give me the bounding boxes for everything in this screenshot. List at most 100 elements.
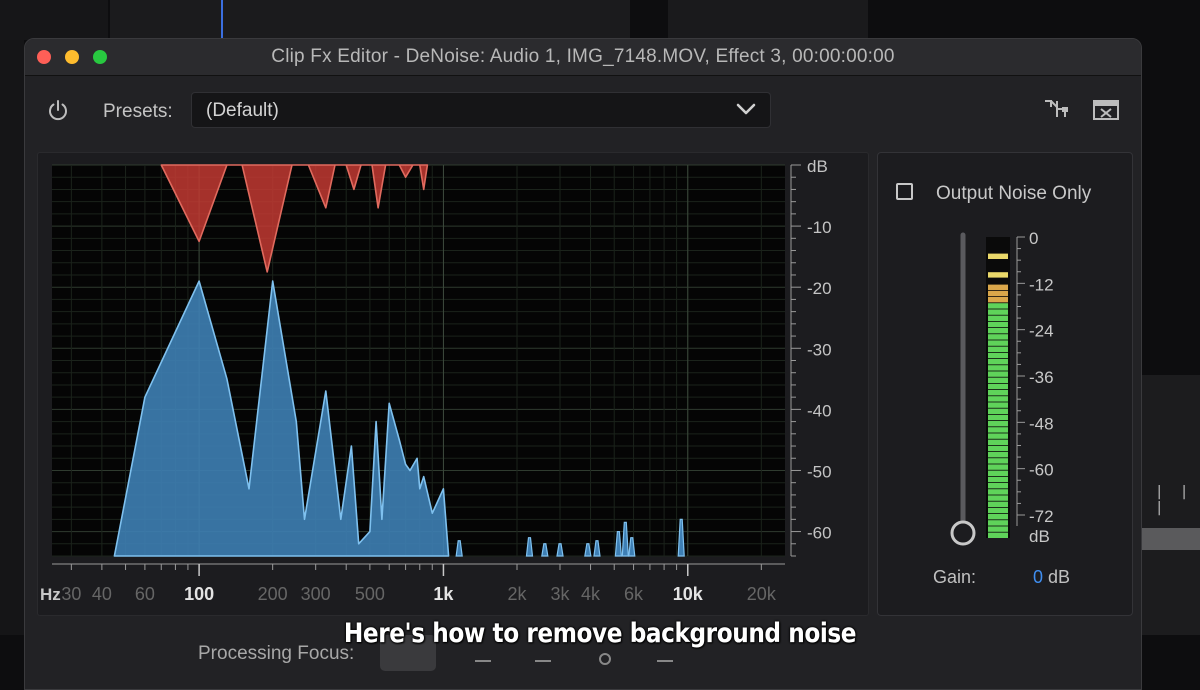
gain-unit: dB	[1048, 567, 1071, 587]
meter-segment	[988, 253, 1008, 259]
hz-axis-label: 200	[258, 584, 288, 604]
meter-segment	[988, 421, 1008, 427]
presets-label: Presets:	[103, 101, 173, 122]
meter-segment	[988, 470, 1008, 476]
clear-effect-icon[interactable]	[1093, 99, 1119, 121]
hz-axis-label: 20k	[747, 584, 777, 604]
db-axis-label: -20	[807, 279, 832, 298]
meter-segment	[988, 414, 1008, 421]
meter-segment	[988, 383, 1008, 390]
db-axis-unit: dB	[807, 157, 828, 176]
db-axis-label: -50	[807, 462, 832, 481]
meter-segment	[988, 433, 1008, 439]
meter-segment	[988, 402, 1008, 408]
background-ticks: | | |	[1155, 484, 1193, 516]
chevron-down-icon	[736, 103, 756, 115]
background-clip	[1142, 528, 1200, 550]
meter-segment	[988, 346, 1008, 352]
gain-slider-knob[interactable]	[950, 520, 976, 546]
meter-segment	[988, 365, 1008, 371]
meter-segment	[988, 458, 1008, 464]
meter-segment	[988, 408, 1008, 414]
meter-segment	[988, 476, 1008, 483]
meter-segment	[988, 377, 1008, 383]
meter-segment	[988, 371, 1008, 377]
close-window-button[interactable]	[37, 50, 51, 64]
presets-dropdown[interactable]: (Default)	[191, 92, 771, 128]
meter-segment	[988, 303, 1008, 309]
hz-axis-label: 4k	[581, 584, 601, 604]
meter-segment	[988, 495, 1008, 501]
meter-scale-label: -24	[1029, 322, 1054, 341]
meter-segment	[988, 489, 1008, 495]
meter-segment	[988, 334, 1008, 340]
db-axis-label: -60	[807, 524, 832, 543]
hz-axis-label: 3k	[551, 584, 571, 604]
insert-keyframe-icon[interactable]	[1043, 97, 1071, 121]
meter-scale-label: -60	[1029, 461, 1054, 480]
hz-axis-label: 30	[61, 584, 81, 604]
hz-axis-label: 40	[92, 584, 112, 604]
meter-segment	[988, 390, 1008, 396]
hz-axis-unit: Hz	[40, 585, 61, 604]
meter-segment	[988, 427, 1008, 433]
db-axis-label: -10	[807, 218, 832, 237]
meter-segment	[988, 272, 1008, 278]
presets-selected-value: (Default)	[206, 100, 279, 121]
output-meter-panel: Output Noise Only 0 -12 -24 -36 -48 -60 -72 dB …	[877, 152, 1133, 616]
window-title: Clip Fx Editor - DeNoise: Audio 1, IMG_7…	[271, 46, 895, 67]
meter-segment	[988, 284, 1008, 290]
meter-segment	[988, 445, 1008, 452]
hz-axis-label: 2k	[507, 584, 527, 604]
background-playhead	[221, 0, 223, 40]
meter-segment	[988, 452, 1008, 458]
meter-segment	[988, 340, 1008, 346]
meter-segment	[988, 483, 1008, 489]
hz-axis-label: 100	[184, 584, 214, 604]
gain-label: Gain:	[933, 567, 977, 587]
noise-spectrum-display[interactable]: dB -10 -20 -30 -40 -50 -60 Hz 30 40 60 100 200 300 500…	[37, 152, 869, 616]
hz-axis-label: 6k	[624, 584, 644, 604]
meter-segment	[988, 514, 1008, 520]
meter-segment	[988, 328, 1008, 334]
meter-scale-label: -72	[1029, 507, 1054, 526]
clip-fx-editor-window: Clip Fx Editor - DeNoise: Audio 1, IMG_7…	[24, 38, 1142, 690]
level-meter: 0 -12 -24 -36 -48 -60 -72dB	[950, 229, 1054, 546]
video-caption: Here's how to remove background noise	[343, 618, 857, 649]
background-panel	[668, 0, 868, 38]
meter-segment	[988, 532, 1008, 538]
minimize-window-button[interactable]	[65, 50, 79, 64]
meter-segment	[988, 464, 1008, 470]
power-icon[interactable]	[47, 99, 69, 121]
meter-segment	[988, 297, 1008, 303]
meter-segment	[988, 439, 1008, 445]
meter-segment	[988, 520, 1008, 526]
maximize-window-button[interactable]	[93, 50, 107, 64]
db-axis-label: -40	[807, 401, 832, 420]
gain-value[interactable]: 0	[1033, 567, 1043, 588]
meter-scale-label: dB	[1029, 527, 1050, 546]
title-bar[interactable]: Clip Fx Editor - DeNoise: Audio 1, IMG_7…	[25, 39, 1141, 76]
meter-scale-label: -48	[1029, 414, 1054, 433]
meter-scale-label: 0	[1029, 229, 1038, 248]
spectrum-chart[interactable]: dB -10 -20 -30 -40 -50 -60 Hz 30 40 60 100 200 300 500…	[38, 153, 868, 615]
meter-segment	[988, 321, 1008, 328]
background-timeline	[110, 0, 630, 40]
meter-segment	[988, 290, 1008, 297]
background-panel	[0, 0, 108, 40]
meter-segment	[988, 309, 1008, 315]
db-axis-label: -30	[807, 340, 832, 359]
meter-segment	[988, 501, 1008, 507]
meter-scale-label: -36	[1029, 368, 1054, 387]
hz-axis-label: 500	[355, 584, 385, 604]
meter-segment	[988, 359, 1008, 365]
background-panel	[0, 40, 24, 635]
meter-segment	[988, 352, 1008, 359]
hz-axis-label: 60	[135, 584, 155, 604]
meter-scale-label: -12	[1029, 275, 1054, 294]
meter-segment	[988, 396, 1008, 402]
meter-segment	[988, 526, 1008, 532]
hz-axis-label: 300	[301, 584, 331, 604]
meter-segment	[988, 315, 1008, 321]
hz-axis-label: 1k	[433, 584, 454, 604]
